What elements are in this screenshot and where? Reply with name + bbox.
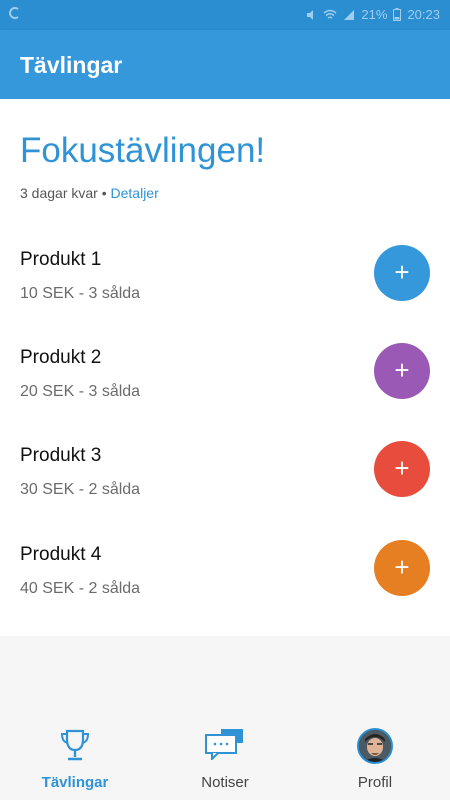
nav-label: Profil [357,774,393,791]
product-meta: 40 SEK - 2 sålda [20,580,141,597]
battery-percent: 21% [361,7,388,22]
app-bar-title: Tävlingar [20,52,123,78]
avatar [357,728,393,764]
trophy-icon [60,729,90,761]
app-bar: Tävlingar [0,30,450,99]
product-meta: 10 SEK - 3 sålda [20,285,141,302]
add-sale-button[interactable]: + [374,245,430,301]
wifi-icon [323,9,337,19]
chat-icon [205,729,243,760]
separator-dot: • [101,185,107,201]
app-notification-icon [9,7,19,19]
product-name: Produkt 3 [20,445,102,466]
product-row-2: Produkt 2 20 SEK - 3 sålda + [0,343,450,433]
competition-panel: Fokustävlingen! 3 dagar kvar • Detaljer … [0,99,450,636]
avatar-picture [359,730,391,762]
nav-tab-tavlingar[interactable]: Tävlingar [0,710,150,800]
product-name: Produkt 2 [20,347,102,368]
add-sale-button[interactable]: + [374,343,430,399]
product-meta: 30 SEK - 2 sålda [20,481,141,498]
product-row-1: Produkt 1 10 SEK - 3 sålda + [0,245,450,335]
competition-title: Fokustävlingen! [20,131,266,170]
signal-icon [344,9,355,20]
nav-tab-notiser[interactable]: Notiser [150,710,300,800]
details-link[interactable]: Detaljer [111,185,159,201]
product-row-3: Produkt 3 30 SEK - 2 sålda + [0,441,450,531]
competition-info: 3 dagar kvar • Detaljer [20,185,159,201]
bottom-navigation: Tävlingar Notiser Profil [0,710,450,800]
add-sale-button[interactable]: + [374,441,430,497]
nav-label: Notiser [201,774,249,791]
product-name: Produkt 4 [20,544,102,565]
product-meta: 20 SEK - 3 sålda [20,383,141,400]
product-name: Produkt 1 [20,249,102,270]
clock: 20:23 [407,7,440,22]
days-remaining: 3 dagar kvar [20,185,98,201]
nav-label: Tävlingar [41,774,109,791]
battery-icon [393,8,402,21]
status-bar: 21% 20:23 [0,0,450,30]
add-sale-button[interactable]: + [374,540,430,596]
nav-tab-profil[interactable]: Profil [300,710,450,800]
product-row-4: Produkt 4 40 SEK - 2 sålda + [0,540,450,630]
mute-icon [307,9,314,20]
